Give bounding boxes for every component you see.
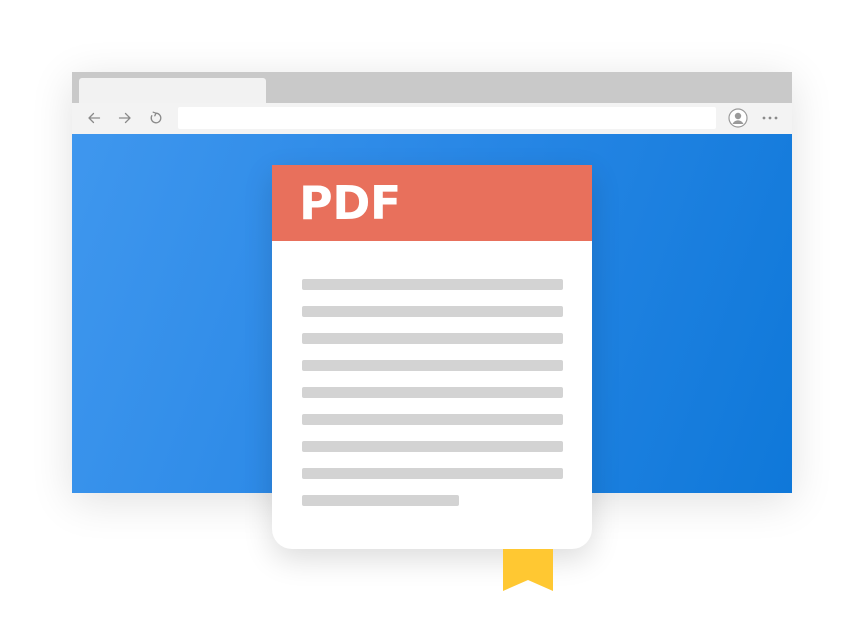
user-icon bbox=[728, 108, 748, 128]
text-line bbox=[302, 333, 563, 344]
profile-button[interactable] bbox=[728, 108, 748, 128]
browser-tab[interactable] bbox=[79, 78, 266, 103]
pdf-title: PDF bbox=[299, 176, 401, 230]
text-line bbox=[302, 360, 563, 371]
illustration: PDF bbox=[0, 0, 864, 640]
pdf-document: PDF bbox=[272, 165, 592, 549]
arrow-left-icon bbox=[88, 112, 101, 124]
more-button[interactable] bbox=[758, 108, 782, 128]
text-line bbox=[302, 387, 563, 398]
arrow-right-icon bbox=[118, 112, 131, 124]
text-line bbox=[302, 306, 563, 317]
browser-toolbar bbox=[72, 103, 792, 134]
address-bar[interactable] bbox=[178, 107, 716, 129]
text-line bbox=[302, 414, 563, 425]
ellipsis-icon bbox=[762, 116, 778, 120]
text-line bbox=[302, 495, 459, 506]
text-line bbox=[302, 468, 563, 479]
pdf-header: PDF bbox=[272, 165, 592, 241]
back-button[interactable] bbox=[83, 107, 105, 129]
refresh-button[interactable] bbox=[145, 107, 167, 129]
bookmark-icon bbox=[503, 549, 553, 591]
tab-strip bbox=[72, 72, 792, 103]
text-line bbox=[302, 441, 563, 452]
forward-button[interactable] bbox=[114, 107, 136, 129]
refresh-icon bbox=[150, 111, 162, 124]
text-line bbox=[302, 279, 563, 290]
